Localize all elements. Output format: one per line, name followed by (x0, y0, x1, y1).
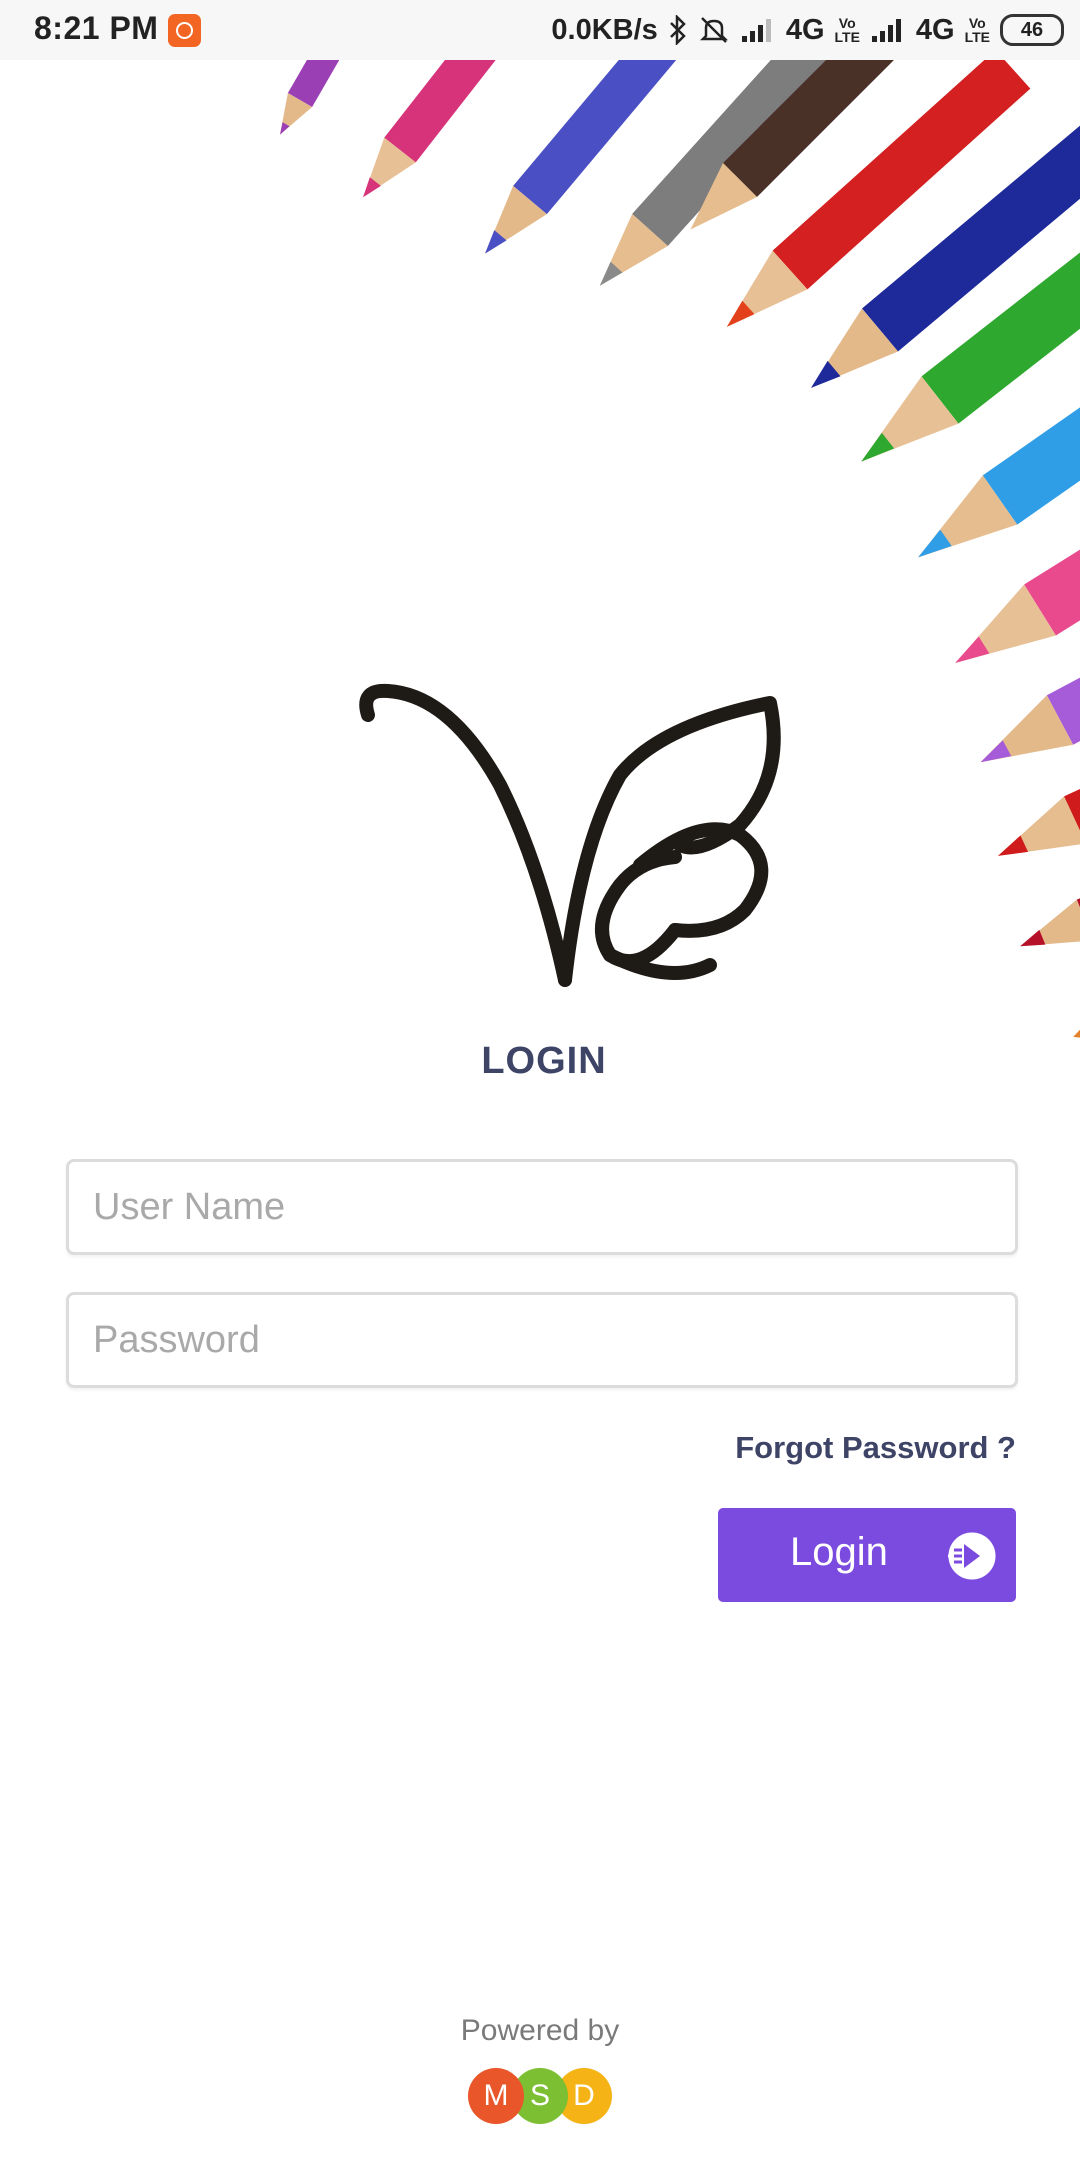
username-field[interactable] (66, 1159, 1018, 1255)
login-button[interactable]: Login (718, 1508, 1016, 1602)
mute-icon (698, 14, 730, 46)
forgot-password-link[interactable]: Forgot Password ? (735, 1430, 1016, 1466)
butterfly-logo-icon (359, 683, 781, 987)
msd-brand-logo: M S D (468, 2068, 618, 2126)
signal-icon (870, 16, 906, 44)
status-right-group: 0.0KB/s 4G Vo LTE 4G Vo LTE 46 (551, 0, 1064, 60)
network-type-1: 4G (785, 13, 825, 46)
password-input[interactable] (69, 1295, 1015, 1385)
login-button-label: Login (790, 1530, 888, 1574)
volte-bottom: LTE (964, 29, 990, 45)
username-input[interactable] (69, 1162, 1015, 1252)
powered-by-label: Powered by (460, 2014, 620, 2047)
network-speed: 0.0KB/s (551, 13, 658, 46)
network-type-2: 4G (915, 13, 955, 46)
volte-indicator-1: Vo LTE (835, 16, 860, 44)
battery-icon: 46 (1000, 14, 1064, 46)
login-screen: 8:21 PM 0.0KB/s 4G Vo LTE 4G Vo LTE 46 L… (0, 0, 1080, 2160)
status-bar: 8:21 PM 0.0KB/s 4G Vo LTE 4G Vo LTE 46 (0, 0, 1080, 60)
status-time: 8:21 PM (34, 10, 159, 46)
password-field[interactable] (66, 1292, 1018, 1388)
volte-indicator-2: Vo LTE (965, 16, 990, 44)
volte-bottom: LTE (834, 29, 860, 45)
arrow-right-circle-icon (948, 1532, 996, 1580)
bluetooth-icon (668, 15, 688, 45)
brand-letter-m: M (468, 2068, 524, 2124)
notification-app-icon (168, 14, 201, 47)
signal-icon (740, 16, 776, 44)
page-title: LOGIN (481, 1040, 607, 1082)
